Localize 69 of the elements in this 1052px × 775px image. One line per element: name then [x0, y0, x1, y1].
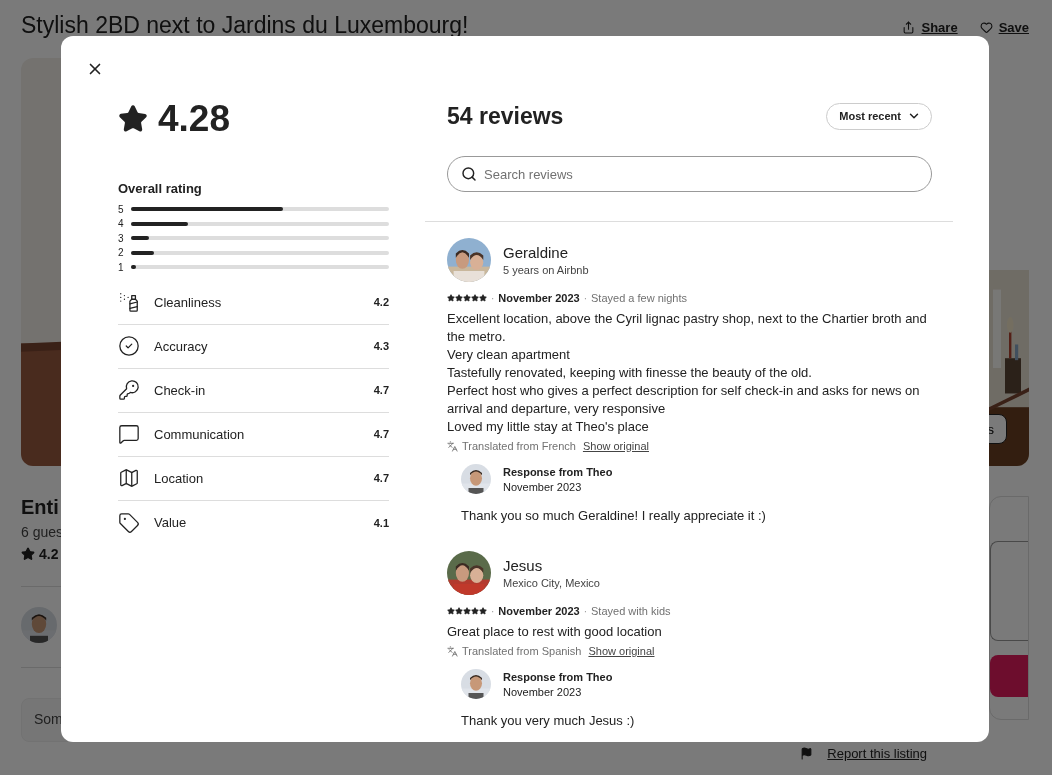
star-level-label: 4 [118, 218, 124, 230]
category-label: Check-in [154, 382, 207, 398]
star-level-label: 3 [118, 232, 124, 244]
response-date: November 2023 [503, 685, 583, 698]
map-icon [118, 467, 140, 489]
translate-icon [447, 440, 458, 452]
share-link[interactable]: Share [902, 19, 958, 35]
response-author: Response from Theo [503, 465, 613, 478]
reviewer-info: Mexico City, Mexico [503, 577, 600, 589]
category-label: Cleanliness [154, 294, 223, 310]
tag-icon [118, 511, 140, 534]
review-text: Great place to rest with good location [447, 623, 663, 641]
translate-icon [447, 645, 458, 657]
listing-title: Stylish 2BD next to Jardins du Luxembourg! [21, 11, 469, 39]
reserve-button[interactable] [990, 655, 1028, 697]
heart-icon [979, 20, 993, 34]
star-icon [21, 547, 35, 561]
category-label: Communication [154, 426, 246, 442]
listing-heading: Enti [21, 496, 59, 520]
response-text: Thank you so much Geraldine! I really appreciate it :) [461, 508, 767, 523]
stay-type: Stayed a few nights [591, 292, 688, 304]
star-level-label: 5 [118, 203, 124, 215]
star-level-label: 1 [118, 261, 124, 273]
separator-dot: · [583, 605, 587, 617]
review-date: November 2023 [498, 292, 580, 304]
category-score: 4.1 [373, 516, 389, 529]
star-level-label: 2 [118, 247, 124, 259]
category-score: 4.7 [373, 428, 389, 440]
check-circle-icon [118, 335, 140, 357]
rating-text: 4.2 [39, 546, 59, 562]
star-icon [118, 104, 148, 134]
translation-note: Translated from French [462, 440, 576, 452]
category-label: Value [154, 515, 188, 530]
reviewer-name: Jesus [503, 557, 544, 574]
reviewer-name: Geraldine [503, 244, 570, 261]
flag-icon [800, 747, 814, 760]
category-label: Accuracy [154, 338, 209, 354]
reviews-count: 54 reviews [447, 102, 564, 130]
category-score: 4.7 [373, 472, 389, 484]
separator-dot: · [583, 292, 587, 304]
stay-type: Stayed with kids [591, 605, 671, 617]
sort-dropdown[interactable]: Most recent [826, 102, 932, 130]
overall-rating: 4.28 [158, 98, 230, 140]
guests-text: 6 gues [21, 524, 64, 540]
search-icon [461, 166, 477, 182]
review-text: Excellent location, above the Cyril lignac pastry shop, next to the Chartier broth and the metro. Very clean apartment Tastefully renovated, keeping with finesse the beauty of the old. Perfect host who gives a perfect description for self check-in and asks for news on arrival and departure, very responsive Loved my little stay at Theo's place [447, 310, 928, 436]
category-score: 4.3 [373, 340, 389, 352]
response-author: Response from Theo [503, 670, 613, 683]
separator-dot: · [491, 292, 495, 304]
key-icon [118, 379, 140, 401]
separator-dot: · [491, 605, 495, 617]
spray-bottle-icon [118, 291, 140, 313]
category-score: 4.2 [373, 296, 389, 308]
category-score: 4.7 [373, 384, 389, 396]
report-link[interactable]: Report this listing [800, 746, 927, 761]
category-label: Location [154, 470, 205, 486]
share-icon [902, 20, 916, 34]
show-original-link[interactable]: Show original [582, 440, 649, 452]
translation-note: Translated from Spanish [462, 645, 582, 657]
save-link[interactable]: Save [979, 19, 1029, 35]
review-date: November 2023 [498, 605, 580, 617]
reviewer-info: 5 years on Airbnb [503, 264, 589, 276]
show-original-link[interactable]: Show original [588, 645, 655, 657]
search-field[interactable]: Search reviews [447, 156, 932, 192]
speech-bubble-icon [118, 423, 140, 445]
response-text: Thank you very much Jesus :) [461, 713, 636, 728]
overall-rating-label: Overall rating [118, 181, 203, 196]
response-date: November 2023 [503, 480, 583, 493]
dates-field[interactable] [990, 541, 1028, 641]
